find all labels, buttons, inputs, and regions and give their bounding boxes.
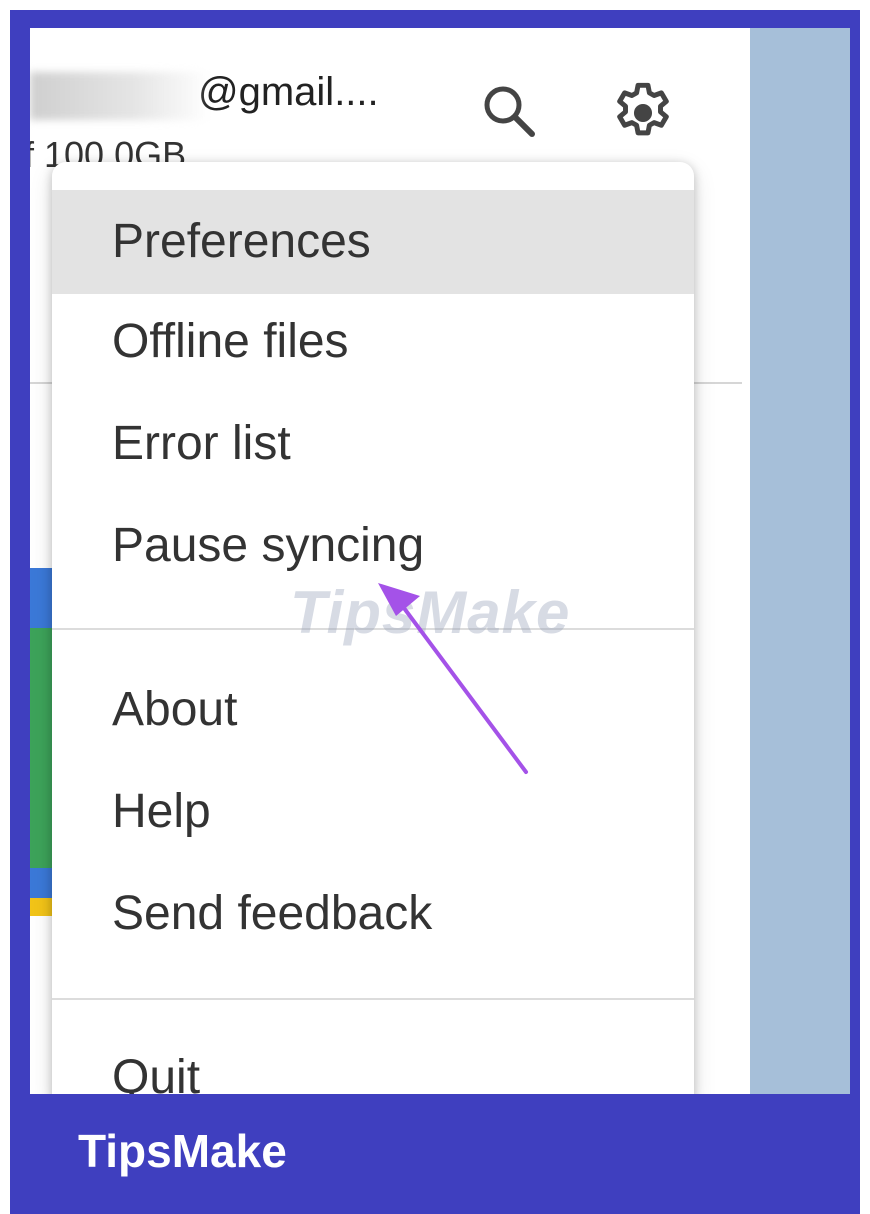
menu-item-label: Preferences — [112, 215, 371, 268]
menu-item-preferences[interactable]: Preferences — [52, 190, 694, 294]
screenshot-frame: @gmail.... f 100.0GB Preferences Offline… — [0, 0, 870, 1214]
menu-item-label: Error list — [112, 417, 291, 470]
menu-item-label: About — [112, 683, 238, 736]
menu-item-about[interactable]: About — [52, 658, 694, 762]
settings-button[interactable] — [608, 78, 678, 148]
menu-divider — [52, 998, 694, 1000]
menu-item-label: Help — [112, 785, 211, 838]
footer-brand: TipsMake — [78, 1125, 287, 1177]
gear-icon — [617, 82, 669, 136]
menu-item-label: Offline files — [112, 315, 349, 368]
menu-item-label: Pause syncing — [112, 519, 425, 572]
frame-border-right — [850, 10, 860, 1100]
watermark: TipsMake — [290, 579, 571, 646]
menu-item-error-list[interactable]: Error list — [52, 392, 694, 496]
menu-item-send-feedback[interactable]: Send feedback — [52, 862, 694, 966]
frame-border-left — [10, 10, 30, 1100]
search-icon — [484, 86, 535, 137]
menu-item-offline-files[interactable]: Offline files — [52, 290, 694, 394]
menu-item-quit[interactable]: Quit — [52, 1026, 694, 1100]
frame-border-top — [10, 10, 860, 28]
menu-item-label: Quit — [112, 1051, 201, 1100]
menu-item-label: Send feedback — [112, 887, 433, 940]
search-button[interactable] — [478, 80, 540, 142]
side-panel — [750, 28, 850, 1100]
menu-item-help[interactable]: Help — [52, 760, 694, 864]
footer-banner: TipsMake — [10, 1094, 860, 1214]
email-redaction-blur — [30, 72, 210, 120]
